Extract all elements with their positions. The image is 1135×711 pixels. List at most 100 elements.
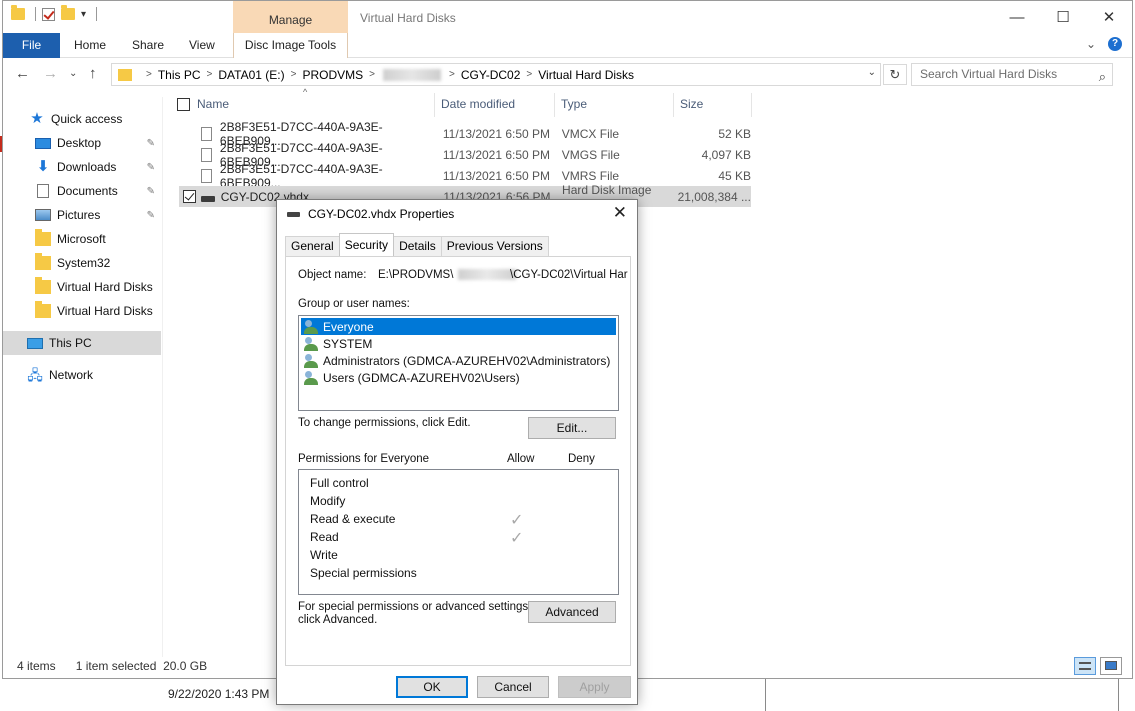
- tab-file[interactable]: File: [3, 33, 60, 58]
- tab-home[interactable]: Home: [60, 33, 120, 58]
- apply-button[interactable]: Apply: [558, 676, 631, 698]
- address-bar[interactable]: > This PC > DATA01 (E:) > PRODVMS > > CG…: [111, 63, 881, 86]
- permission-row: Special permissions: [310, 566, 610, 584]
- cancel-button[interactable]: Cancel: [477, 676, 549, 698]
- breadcrumb-cgy-dc02[interactable]: CGY-DC02: [461, 68, 521, 82]
- sidebar-item-label: Network: [49, 368, 94, 382]
- network-icon: 🖧: [27, 367, 43, 383]
- sidebar-item-network[interactable]: 🖧 Network: [3, 363, 161, 387]
- refresh-button[interactable]: ↻: [883, 64, 907, 85]
- breadcrumb-separator[interactable]: >: [207, 69, 213, 80]
- advanced-button[interactable]: Advanced: [528, 601, 616, 623]
- tab-previous-versions[interactable]: Previous Versions: [440, 236, 549, 256]
- breadcrumb-drive[interactable]: DATA01 (E:): [218, 68, 284, 82]
- breadcrumb-virtual-hard-disks[interactable]: Virtual Hard Disks: [538, 68, 634, 82]
- new-folder-icon[interactable]: [61, 5, 75, 20]
- list-item-users[interactable]: Users (GDMCA-AZUREHV02\Users): [301, 369, 616, 386]
- pin-icon[interactable]: ✎: [147, 138, 155, 149]
- folder-icon: [35, 277, 51, 294]
- dialog-title: CGY-DC02.vhdx Properties: [308, 207, 455, 221]
- document-icon: [37, 184, 49, 198]
- tab-share[interactable]: Share: [118, 33, 178, 58]
- search-icon[interactable]: ⌕: [1099, 66, 1106, 87]
- tab-details[interactable]: Details: [393, 236, 442, 256]
- breadcrumb-prodvms[interactable]: PRODVMS: [302, 68, 363, 82]
- sidebar-item-documents[interactable]: Documents ✎: [3, 179, 161, 203]
- collapse-ribbon-icon[interactable]: ⌄: [1086, 37, 1096, 51]
- properties-icon[interactable]: [42, 7, 55, 21]
- sidebar-item-quick-access[interactable]: ★ Quick access: [3, 107, 161, 131]
- column-header-date[interactable]: Date modified: [435, 93, 555, 117]
- breadcrumb-separator[interactable]: >: [526, 69, 532, 80]
- tab-security[interactable]: Security: [338, 233, 395, 256]
- row-checkbox[interactable]: [183, 190, 196, 203]
- pin-icon[interactable]: ✎: [147, 162, 155, 173]
- permission-name: Read: [310, 530, 339, 544]
- status-bar: 4 items 1 item selected 20.0 GB: [17, 659, 207, 673]
- large-icons-view-button[interactable]: [1100, 657, 1122, 675]
- help-icon[interactable]: ?: [1108, 37, 1122, 51]
- forward-arrow-icon[interactable]: →: [43, 65, 58, 82]
- recent-locations-icon[interactable]: ⌄: [69, 68, 77, 79]
- user-group-icon: [304, 336, 320, 351]
- column-header-size[interactable]: Size: [674, 93, 752, 117]
- column-header-type[interactable]: Type: [555, 93, 674, 117]
- select-all-checkbox[interactable]: [177, 98, 190, 111]
- sidebar-item-system32[interactable]: System32: [3, 251, 161, 275]
- sidebar-item-pictures[interactable]: Pictures ✎: [3, 203, 161, 227]
- customize-toolbar-icon[interactable]: ▾: [81, 9, 86, 20]
- breadcrumb-separator[interactable]: >: [291, 69, 297, 80]
- security-panel: Object name: E:\PRODVMS\ \CGY-DC02\Virtu…: [285, 256, 631, 666]
- up-arrow-icon[interactable]: ↑: [89, 65, 97, 82]
- tab-view[interactable]: View: [175, 33, 229, 58]
- back-arrow-icon[interactable]: ←: [15, 65, 30, 82]
- file-date: 11/13/2021 6:50 PM: [442, 147, 551, 162]
- sidebar-item-virtual-hard-disks[interactable]: Virtual Hard Disks: [3, 299, 161, 323]
- pin-icon[interactable]: ✎: [147, 186, 155, 197]
- ok-button[interactable]: OK: [396, 676, 468, 698]
- list-item-system[interactable]: SYSTEM: [301, 335, 616, 352]
- file-type: VMGS File: [561, 147, 620, 162]
- object-name-redacted: [458, 269, 516, 280]
- user-list[interactable]: Everyone SYSTEM Administrators (GDMCA-AZ…: [298, 315, 619, 411]
- sidebar-item-microsoft[interactable]: Microsoft: [3, 227, 161, 251]
- file-list-header: Name Date modified Type Size: [173, 93, 752, 117]
- edit-button[interactable]: Edit...: [528, 417, 616, 439]
- table-row[interactable]: 2B8F3E51-D7CC-440A-9A3E-6BEB909... 11/13…: [179, 162, 752, 190]
- user-name: Users (GDMCA-AZUREHV02\Users): [323, 370, 520, 385]
- breadcrumb-separator[interactable]: >: [146, 69, 152, 80]
- breadcrumb-this-pc[interactable]: This PC: [158, 68, 201, 82]
- list-item-administrators[interactable]: Administrators (GDMCA-AZUREHV02\Administ…: [301, 352, 616, 369]
- breadcrumb-separator[interactable]: >: [449, 69, 455, 80]
- list-item-everyone[interactable]: Everyone: [301, 318, 616, 335]
- pin-icon[interactable]: ✎: [147, 210, 155, 221]
- maximize-button[interactable]: ☐: [1040, 1, 1086, 33]
- permission-row: Read ✓: [310, 530, 610, 548]
- permissions-label: Permissions for Everyone: [298, 453, 430, 465]
- file-size: 45 KB: [718, 168, 752, 183]
- file-size: 21,008,384 ...: [677, 189, 751, 204]
- computer-icon: [27, 337, 43, 349]
- search-input[interactable]: Search Virtual Hard Disks ⌕: [911, 63, 1113, 86]
- file-date: 11/13/2021 6:50 PM: [442, 168, 551, 183]
- tab-general[interactable]: General: [285, 236, 340, 256]
- pictures-icon: [35, 209, 51, 221]
- view-switcher: [1074, 657, 1122, 675]
- manage-context-tab[interactable]: Manage: [233, 1, 348, 33]
- details-view-icon: [1079, 662, 1091, 670]
- tab-disc-image-tools[interactable]: Disc Image Tools: [233, 33, 348, 58]
- sidebar-item-downloads[interactable]: ⬇ Downloads ✎: [3, 155, 161, 179]
- dialog-close-button[interactable]: ✕: [613, 203, 627, 223]
- sidebar-item-this-pc[interactable]: This PC: [3, 331, 161, 355]
- sidebar-item-label: This PC: [49, 336, 92, 350]
- sidebar-item-desktop[interactable]: Desktop ✎: [3, 131, 161, 155]
- permissions-list[interactable]: Full control Modify Read & execute ✓ Rea…: [298, 469, 619, 595]
- breadcrumb-redacted[interactable]: [382, 68, 441, 81]
- details-view-button[interactable]: [1074, 657, 1096, 675]
- breadcrumb-separator[interactable]: >: [369, 69, 375, 80]
- sidebar-item-virtual-hard-disks[interactable]: Virtual Hard Disks: [3, 275, 161, 299]
- chevron-down-icon[interactable]: ⌄: [868, 67, 876, 78]
- minimize-button[interactable]: —: [994, 1, 1040, 33]
- close-button[interactable]: ✕: [1086, 1, 1132, 33]
- column-header-name[interactable]: Name: [173, 93, 435, 117]
